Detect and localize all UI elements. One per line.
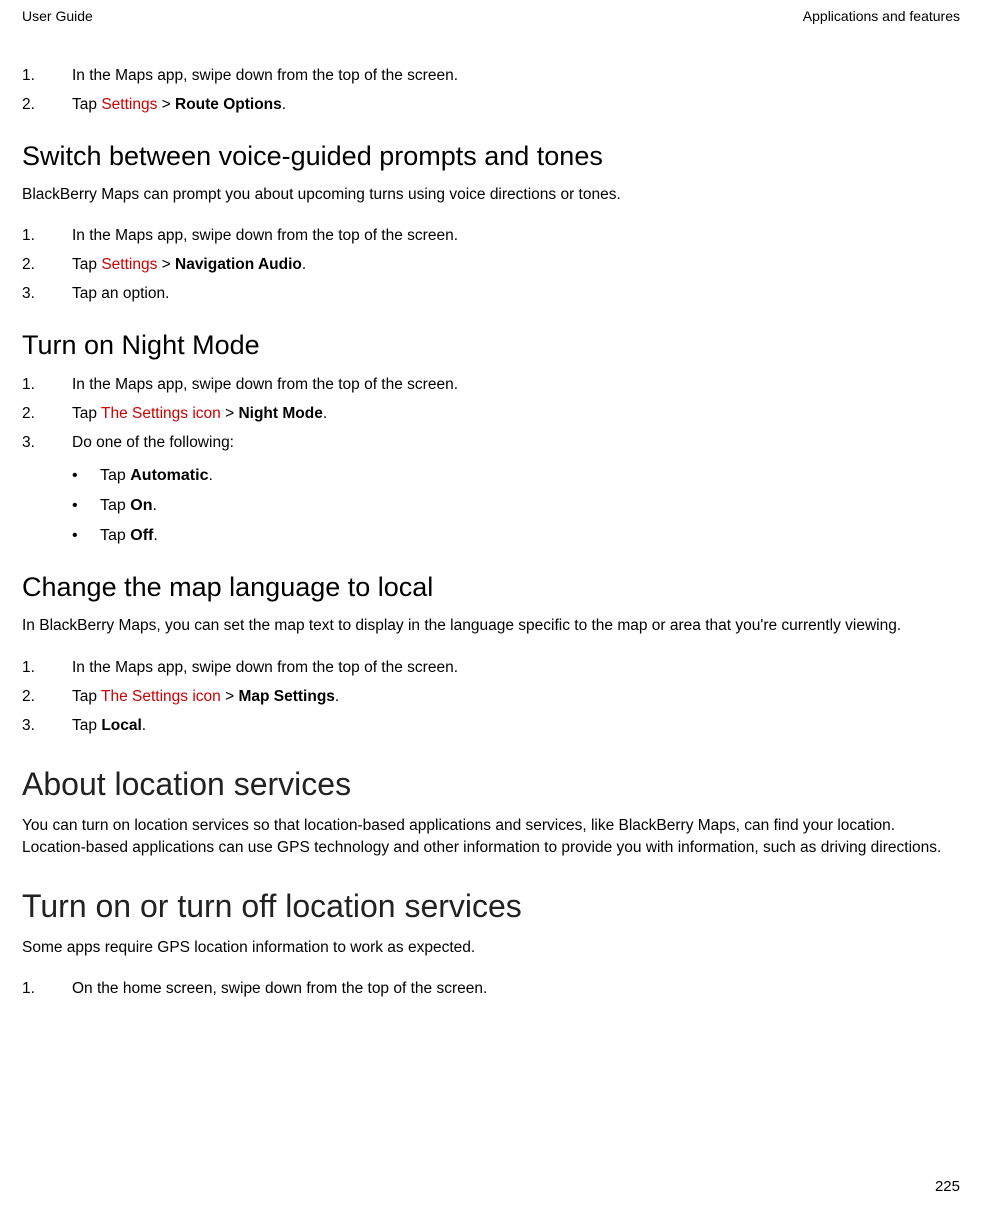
list-item: 1. In the Maps app, swipe down from the … [22,373,960,396]
section-language-heading: Change the map language to local [22,572,960,603]
settings-link: Settings [101,256,157,273]
step-number: 2. [22,685,72,708]
header-left: User Guide [22,8,93,24]
step-number: 2. [22,402,72,425]
list-item: 1. In the Maps app, swipe down from the … [22,64,960,87]
map-settings-label: Map Settings [238,688,334,705]
step-text: In the Maps app, swipe down from the top… [72,64,458,87]
settings-icon-link: The Settings icon [101,688,221,705]
bullet-icon: • [72,524,100,548]
route-options-steps: 1. In the Maps app, swipe down from the … [22,64,960,117]
step-text: Do one of the following: [72,431,234,454]
section-night-heading: Turn on Night Mode [22,330,960,361]
settings-link: Settings [101,96,157,113]
step-number: 1. [22,373,72,396]
language-steps: 1. In the Maps app, swipe down from the … [22,656,960,738]
night-options: • Tap Automatic. • Tap On. • Tap Off. [22,464,960,548]
section-about-heading: About location services [22,766,960,803]
turn-steps: 1. On the home screen, swipe down from t… [22,977,960,1000]
list-item: 3. Tap Local. [22,714,960,737]
page-header: User Guide Applications and features [22,8,960,24]
step-number: 1. [22,656,72,679]
section-turn-heading: Turn on or turn off location services [22,888,960,925]
about-intro: You can turn on location services so tha… [22,815,960,860]
step-number: 2. [22,253,72,276]
step-text: On the home screen, swipe down from the … [72,977,487,1000]
list-item: • Tap Off. [72,524,960,548]
step-text: Tap The Settings icon > Night Mode. [72,402,327,425]
page-number: 225 [935,1178,960,1195]
option-text: Tap On. [100,494,157,518]
turn-intro: Some apps require GPS location informati… [22,937,960,959]
night-mode-label: Night Mode [238,405,322,422]
route-options-label: Route Options [175,96,282,113]
automatic-label: Automatic [130,467,208,484]
step-text: In the Maps app, swipe down from the top… [72,656,458,679]
bullet-icon: • [72,464,100,488]
on-label: On [130,497,152,514]
option-text: Tap Off. [100,524,158,548]
language-intro: In BlackBerry Maps, you can set the map … [22,615,960,637]
section-voice-heading: Switch between voice-guided prompts and … [22,141,960,172]
step-text: In the Maps app, swipe down from the top… [72,373,458,396]
bullet-icon: • [72,494,100,518]
step-number: 3. [22,282,72,305]
list-item: 1. On the home screen, swipe down from t… [22,977,960,1000]
list-item: 2. Tap The Settings icon > Night Mode. [22,402,960,425]
step-number: 1. [22,224,72,247]
night-steps: 1. In the Maps app, swipe down from the … [22,373,960,455]
list-item: 3. Do one of the following: [22,431,960,454]
list-item: • Tap On. [72,494,960,518]
step-number: 2. [22,93,72,116]
list-item: 2. Tap Settings > Navigation Audio. [22,253,960,276]
step-text: Tap Local. [72,714,146,737]
step-text: Tap Settings > Route Options. [72,93,286,116]
option-text: Tap Automatic. [100,464,213,488]
list-item: • Tap Automatic. [72,464,960,488]
step-number: 1. [22,977,72,1000]
step-text: In the Maps app, swipe down from the top… [72,224,458,247]
list-item: 1. In the Maps app, swipe down from the … [22,656,960,679]
local-label: Local [101,717,141,734]
settings-icon-link: The Settings icon [101,405,221,422]
step-number: 1. [22,64,72,87]
list-item: 1. In the Maps app, swipe down from the … [22,224,960,247]
step-text: Tap The Settings icon > Map Settings. [72,685,339,708]
step-text: Tap Settings > Navigation Audio. [72,253,306,276]
header-right: Applications and features [803,8,960,24]
step-number: 3. [22,431,72,454]
voice-steps: 1. In the Maps app, swipe down from the … [22,224,960,306]
off-label: Off [130,527,153,544]
step-number: 3. [22,714,72,737]
nav-audio-label: Navigation Audio [175,256,302,273]
list-item: 3. Tap an option. [22,282,960,305]
list-item: 2. Tap Settings > Route Options. [22,93,960,116]
list-item: 2. Tap The Settings icon > Map Settings. [22,685,960,708]
voice-intro: BlackBerry Maps can prompt you about upc… [22,184,960,206]
step-text: Tap an option. [72,282,169,305]
